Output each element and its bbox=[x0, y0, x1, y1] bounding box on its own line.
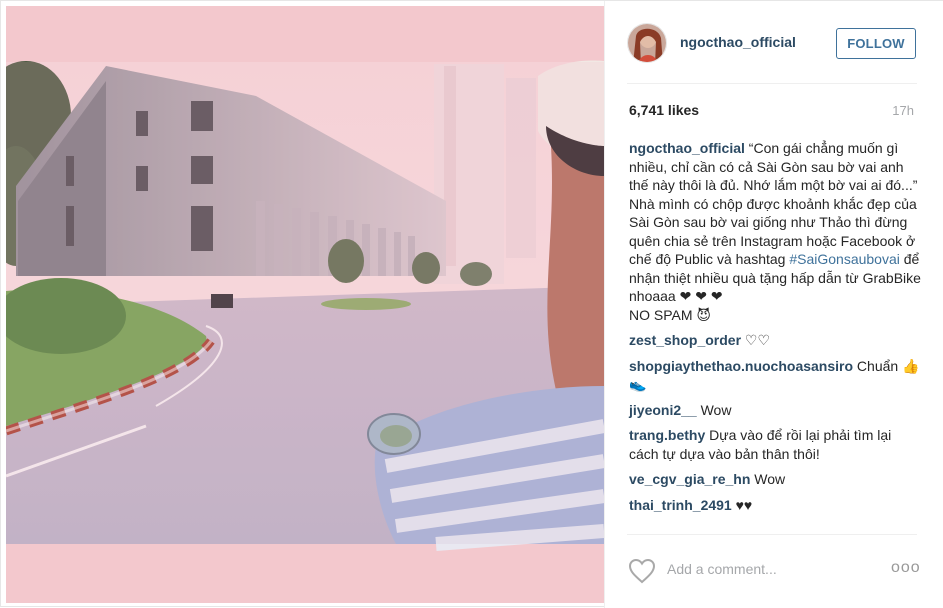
comment-username[interactable]: trang.bethy bbox=[629, 427, 705, 443]
add-comment-input[interactable]: Add a comment... bbox=[667, 561, 777, 577]
comment-item: trang.bethy Dựa vào để rồi lại phải tìm … bbox=[629, 426, 921, 463]
profile-picture bbox=[628, 24, 666, 62]
comment-item: jiyeoni2__ Wow bbox=[629, 401, 921, 420]
comment-username[interactable]: zest_shop_order bbox=[629, 332, 741, 348]
comment-text: ♥♥ bbox=[731, 496, 753, 513]
comment-item: shopgiaythethao.nuochoasansiro Chuẩn 👍👟 bbox=[629, 357, 921, 394]
divider bbox=[627, 83, 917, 84]
comment-item: ve_cgv_gia_re_hn Wow bbox=[629, 470, 921, 489]
caption-text-2: Nhà mình có chộp được khoảnh khắc đẹp củ… bbox=[629, 195, 921, 306]
comment-username[interactable]: jiyeoni2__ bbox=[629, 402, 697, 418]
likes-count[interactable]: 6,741 likes bbox=[629, 102, 699, 118]
more-options-icon[interactable]: ooo bbox=[891, 559, 921, 577]
instagram-post-embed: ngocthao_official FOLLOW 6,741 likes 17h… bbox=[0, 0, 943, 608]
post-header: ngocthao_official FOLLOW bbox=[605, 1, 943, 83]
caption-comment: ngocthao_official “Con gái chẳng muốn gì… bbox=[629, 139, 921, 324]
comment-text: Wow bbox=[696, 401, 732, 418]
post-photo[interactable] bbox=[6, 6, 604, 603]
heart-outline-icon[interactable] bbox=[628, 558, 656, 584]
comment-text: Wow bbox=[750, 471, 786, 487]
comments-list: ngocthao_official “Con gái chẳng muốn gì… bbox=[629, 139, 921, 521]
caption-last: NO SPAM 😈 bbox=[629, 306, 712, 323]
hashtag-link[interactable]: #SaiGonsaubovai bbox=[789, 251, 900, 267]
post-username[interactable]: ngocthao_official bbox=[680, 34, 796, 50]
saigon-street-photo bbox=[6, 6, 604, 603]
comment-username[interactable]: ve_cgv_gia_re_hn bbox=[629, 471, 750, 487]
comment-item: thai_trinh_2491 ♥♥ bbox=[629, 496, 921, 515]
avatar[interactable] bbox=[627, 23, 667, 63]
comment-username[interactable]: thai_trinh_2491 bbox=[629, 497, 732, 513]
follow-button[interactable]: FOLLOW bbox=[836, 28, 916, 59]
post-sidebar: ngocthao_official FOLLOW 6,741 likes 17h… bbox=[604, 1, 943, 608]
caption-username[interactable]: ngocthao_official bbox=[629, 140, 745, 156]
comment-username[interactable]: shopgiaythethao.nuochoasansiro bbox=[629, 358, 853, 374]
post-footer: Add a comment... ooo bbox=[605, 534, 943, 608]
comment-item: zest_shop_order ♡♡ bbox=[629, 331, 921, 350]
post-timestamp[interactable]: 17h bbox=[892, 103, 914, 118]
like-heart-glyph bbox=[628, 558, 656, 584]
comment-text: ♡♡ bbox=[741, 332, 771, 348]
